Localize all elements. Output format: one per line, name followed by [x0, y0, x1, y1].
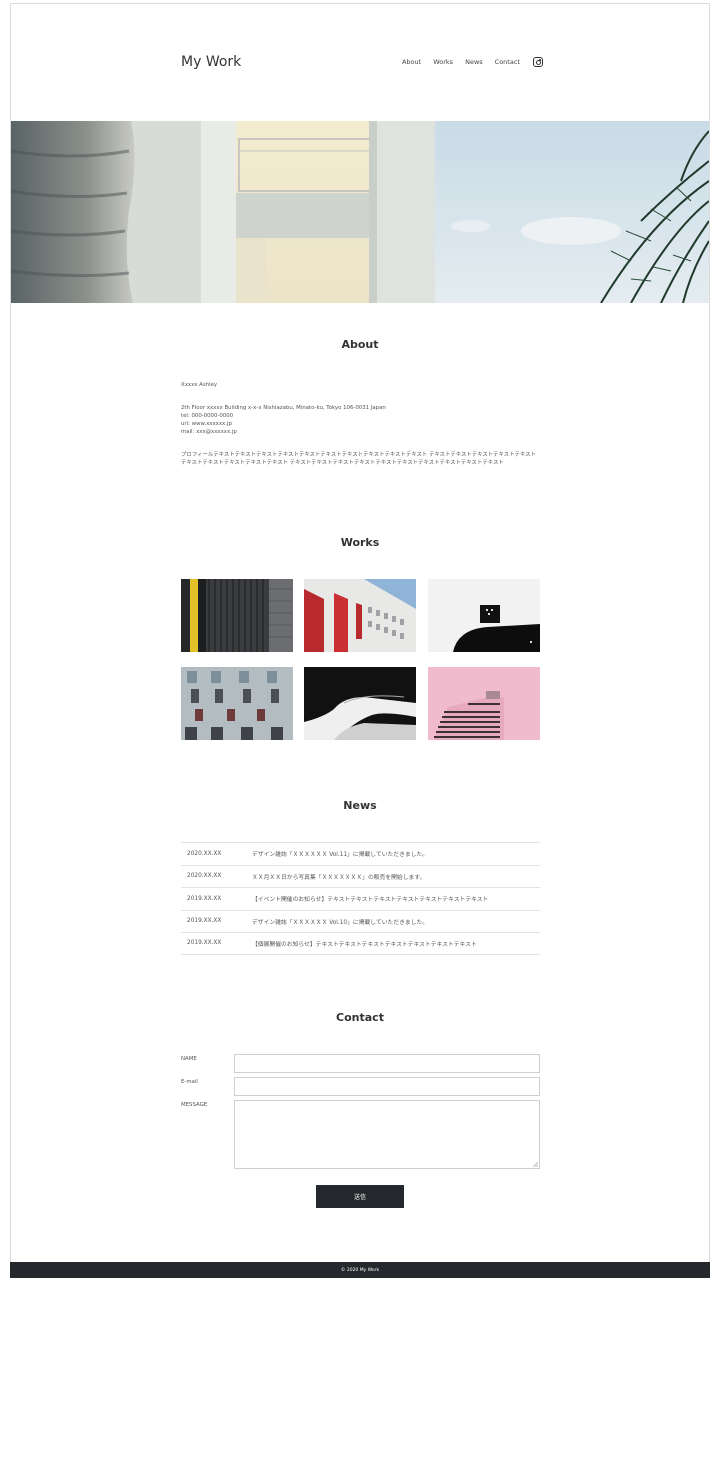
news-date: 2020.XX.XX [187, 850, 222, 857]
news-date: 2019.XX.XX [187, 895, 222, 902]
news-text: デザイン雑誌「ＸＸＸＸＸＸ Vol.11」に掲載していただきました。 [252, 852, 429, 859]
news-text: デザイン雑誌「ＸＸＸＸＸＸ Vol.10」に掲載していただきました。 [252, 919, 429, 926]
about-mail: mail: xxx@xxxxxx.jp [181, 429, 237, 435]
message-textarea[interactable] [234, 1100, 540, 1169]
work-thumb-6[interactable] [428, 667, 540, 740]
site-logo[interactable]: My Work [181, 54, 241, 70]
news-item[interactable]: 2019.XX.XX デザイン雑誌「ＸＸＸＸＸＸ Vol.10」に掲載していただ… [181, 909, 540, 933]
news-text: 【イベント開催のお知らせ】テキストテキストテキストテキストテキストテキストテキス… [252, 897, 489, 904]
resize-handle-icon[interactable] [533, 1162, 538, 1167]
news-item[interactable]: 2019.XX.XX 【イベント開催のお知らせ】テキストテキストテキストテキスト… [181, 887, 540, 910]
work-thumb-5[interactable] [304, 667, 416, 740]
works-grid [181, 579, 540, 740]
page-frame: My Work About Works News Contact About X… [10, 3, 710, 1278]
nav-news[interactable]: News [465, 58, 483, 66]
name-input[interactable] [234, 1054, 540, 1073]
about-name: Xxxxx Ashley [181, 382, 218, 388]
about-title: About [341, 338, 379, 351]
works-title: Works [340, 536, 380, 549]
news-item[interactable]: 2020.XX.XX デザイン雑誌「ＸＸＸＸＸＸ Vol.11」に掲載していただ… [181, 842, 540, 865]
about-profile: プロフィールテキストテキストテキストテキストテキストテキストテキストテキストテキ… [181, 452, 536, 466]
about-address: 2th Floor xxxxx Building x-x-x Nishiazab… [181, 405, 386, 411]
email-label: E-mail [181, 1079, 198, 1085]
news-date: 2019.XX.XX [187, 940, 222, 947]
site-header: My Work About Works News Contact [11, 4, 709, 122]
message-label: MESSAGE [181, 1102, 208, 1108]
hero-image [11, 121, 709, 303]
news-list: 2020.XX.XX デザイン雑誌「ＸＸＸＸＸＸ Vol.11」に掲載していただ… [181, 842, 540, 955]
email-input[interactable] [234, 1077, 540, 1096]
news-item[interactable]: 2020.XX.XX ＸＸ月ＸＸ日から写真集「ＸＸＸＸＸＸＸ」の販売を開始します… [181, 864, 540, 888]
contact-title: Contact [336, 1011, 384, 1024]
news-item[interactable]: 2019.XX.XX 【個展開催のお知らせ】テキストテキストテキストテキストテキ… [181, 932, 540, 955]
news-text: 【個展開催のお知らせ】テキストテキストテキストテキストテキストテキストテキスト [252, 941, 477, 948]
news-date: 2020.XX.XX [187, 873, 222, 880]
work-thumb-4[interactable] [181, 667, 293, 740]
nav-works[interactable]: Works [433, 58, 453, 66]
about-tel: tel: 000-0000-0000 [181, 413, 234, 419]
news-text: ＸＸ月ＸＸ日から写真集「ＸＸＸＸＸＸＸ」の販売を開始します。 [252, 874, 426, 881]
work-thumb-1[interactable] [181, 579, 293, 652]
main-nav: About Works News Contact [402, 57, 543, 67]
news-date: 2019.XX.XX [187, 918, 222, 925]
work-thumb-3[interactable] [428, 579, 540, 652]
about-url: url: www.xxxxxx.jp [181, 421, 232, 427]
submit-button[interactable]: 送信 [316, 1185, 404, 1208]
news-title: News [343, 799, 377, 812]
instagram-icon[interactable] [532, 57, 543, 67]
nav-about[interactable]: About [402, 58, 421, 66]
copyright-text: © 2020 My Work [340, 1267, 380, 1273]
nav-contact[interactable]: Contact [495, 58, 520, 66]
site-footer: © 2020 My Work [10, 1262, 710, 1278]
name-label: NAME [181, 1056, 197, 1062]
work-thumb-2[interactable] [304, 579, 416, 652]
